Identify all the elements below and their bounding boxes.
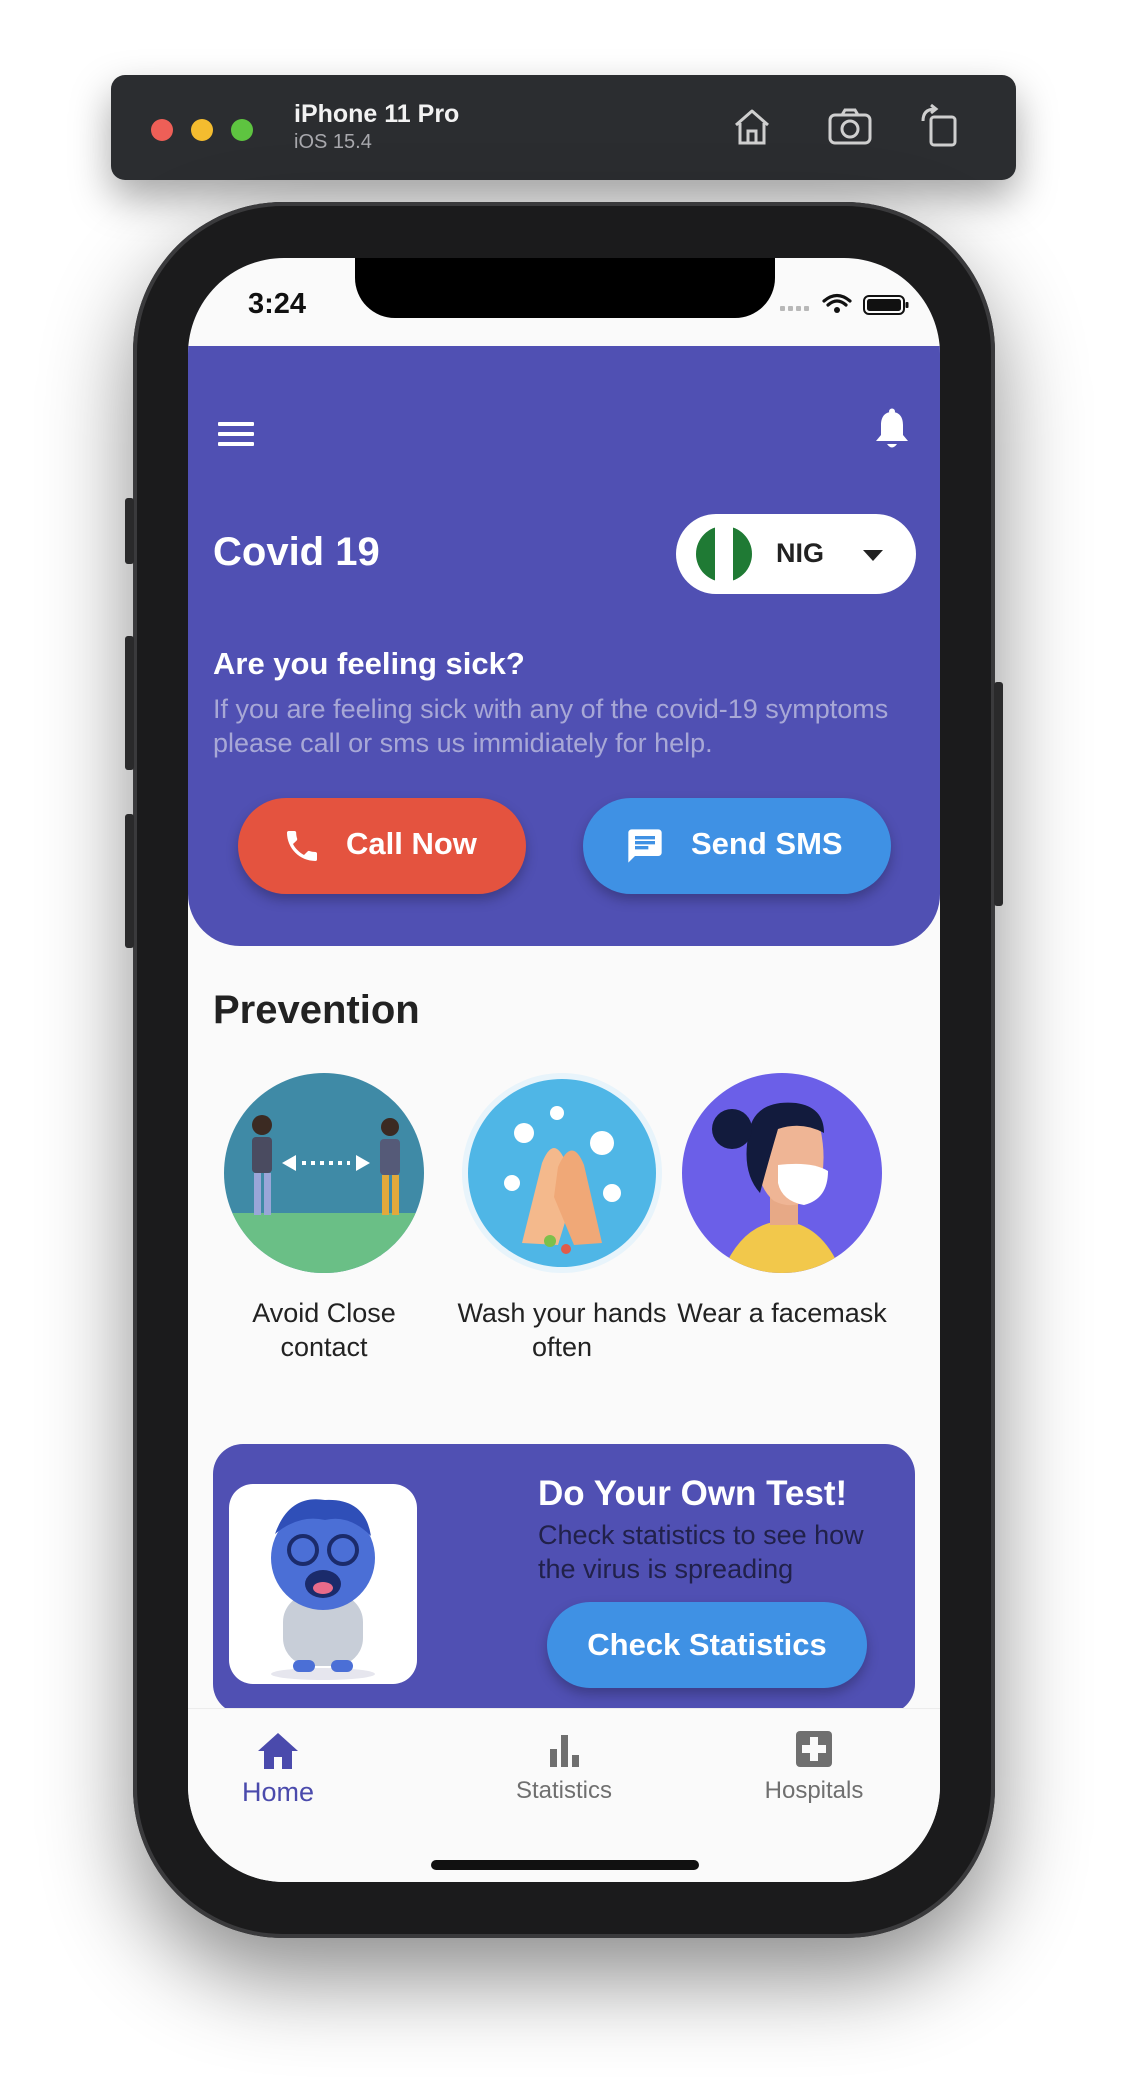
home-indicator[interactable] bbox=[431, 1860, 699, 1870]
zoom-window-button[interactable] bbox=[231, 119, 253, 141]
sick-description: If you are feeling sick with any of the … bbox=[213, 694, 889, 758]
simulator-toolbar: iPhone 11 Pro iOS 15.4 bbox=[111, 75, 1016, 180]
country-selector[interactable]: NIG bbox=[676, 514, 916, 594]
simulator-device-name: iPhone 11 Pro bbox=[294, 100, 460, 128]
menu-icon[interactable] bbox=[216, 418, 256, 450]
mute-switch bbox=[125, 498, 134, 564]
close-window-button[interactable] bbox=[151, 119, 173, 141]
nav-item-statistics[interactable]: Statistics bbox=[474, 1731, 654, 1805]
nav-item-hospitals[interactable]: Hospitals bbox=[724, 1731, 904, 1805]
status-time: 3:24 bbox=[248, 288, 307, 320]
message-icon bbox=[628, 829, 662, 863]
social-distance-icon bbox=[224, 1073, 424, 1273]
crying-character-icon bbox=[271, 1499, 375, 1680]
call-now-label: Call Now bbox=[346, 826, 477, 861]
cellular-signal-icon bbox=[780, 306, 809, 311]
prevention-heading: Prevention bbox=[213, 988, 420, 1032]
notch bbox=[355, 258, 775, 318]
notification-bell-icon[interactable] bbox=[872, 408, 912, 452]
phone-icon bbox=[287, 831, 317, 861]
header-panel: Covid 19 NIG Are you feeling sick? If yo… bbox=[188, 346, 940, 946]
self-test-card: Do Your Own Test! Check statistics to se… bbox=[213, 1444, 915, 1714]
bar-chart-icon bbox=[550, 1735, 579, 1767]
bottom-navigation: Home Statistics Hospitals bbox=[188, 1708, 940, 1882]
home-icon bbox=[258, 1733, 298, 1769]
wifi-icon bbox=[822, 293, 852, 307]
sick-title: Are you feeling sick? bbox=[213, 646, 525, 681]
nav-label: Statistics bbox=[515, 1777, 613, 1804]
minimize-window-button[interactable] bbox=[191, 119, 213, 141]
prevention-item-wash-hands[interactable]: Wash your hands often bbox=[452, 1073, 672, 1364]
page-title: Covid 19 bbox=[213, 530, 380, 574]
nav-label: Hospitals bbox=[764, 1777, 864, 1804]
volume-up-button bbox=[125, 636, 134, 770]
nav-item-home[interactable]: Home bbox=[188, 1731, 368, 1808]
prevention-item-facemask[interactable]: Wear a facemask bbox=[672, 1073, 892, 1330]
prevention-label: Wash your hands often bbox=[457, 1298, 667, 1362]
test-card-title: Do Your Own Test! bbox=[538, 1474, 848, 1513]
hand-washing-icon bbox=[462, 1073, 662, 1273]
call-now-button[interactable]: Call Now bbox=[238, 798, 526, 894]
character-illustration bbox=[229, 1484, 417, 1684]
prevention-item-avoid-contact[interactable]: Avoid Close contact bbox=[214, 1073, 434, 1364]
simulator-os-version: iOS 15.4 bbox=[294, 131, 372, 153]
app-screen: 3:24 Covid 19 NIG Are you feeling sick? … bbox=[188, 258, 940, 1882]
screenshot-camera-icon[interactable] bbox=[826, 103, 874, 151]
home-icon[interactable] bbox=[728, 103, 776, 151]
prevention-label: Wear a facemask bbox=[677, 1298, 887, 1328]
send-sms-label: Send SMS bbox=[691, 826, 843, 861]
country-code: NIG bbox=[776, 538, 825, 568]
medical-cross-icon bbox=[796, 1731, 832, 1767]
dropdown-caret-icon bbox=[863, 550, 883, 561]
power-button bbox=[994, 682, 1003, 906]
volume-down-button bbox=[125, 814, 134, 948]
battery-icon bbox=[863, 295, 909, 315]
nav-label: Home bbox=[241, 1777, 315, 1807]
check-statistics-button[interactable]: Check Statistics bbox=[547, 1602, 867, 1688]
test-card-description: Check statistics to see how the virus is… bbox=[538, 1520, 864, 1584]
facemask-icon bbox=[682, 1073, 882, 1273]
status-icons bbox=[780, 293, 909, 315]
nigeria-flag-icon bbox=[696, 526, 752, 582]
send-sms-button[interactable]: Send SMS bbox=[583, 798, 891, 894]
prevention-label: Avoid Close contact bbox=[252, 1298, 396, 1362]
rotate-device-icon[interactable] bbox=[917, 103, 965, 151]
